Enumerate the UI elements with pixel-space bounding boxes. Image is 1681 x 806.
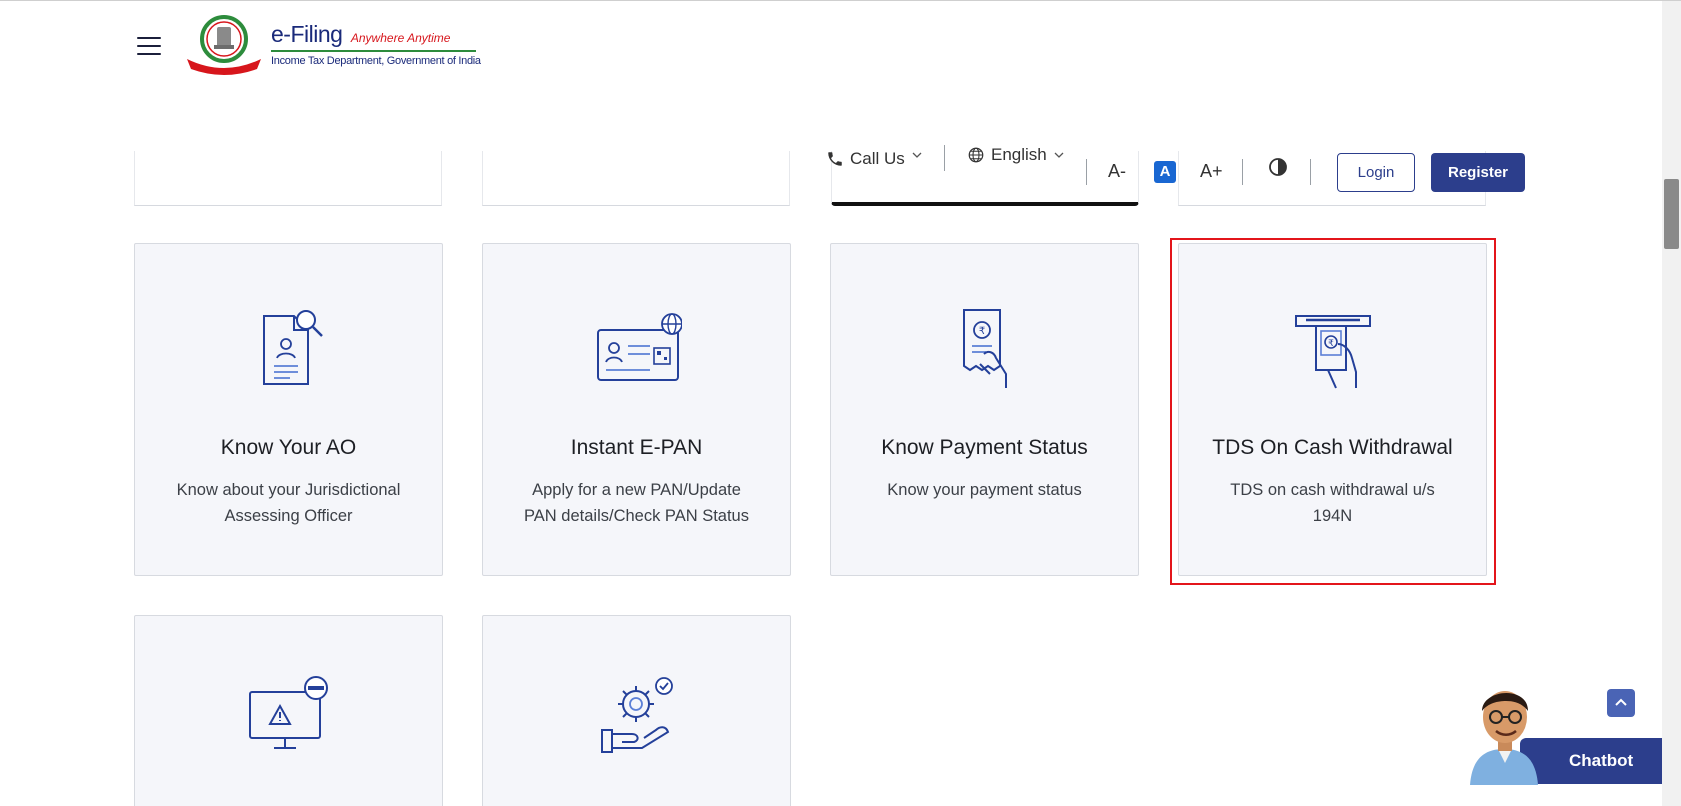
card-title: Know Payment Status: [881, 436, 1088, 459]
scroll-to-top-button[interactable]: [1607, 689, 1635, 717]
font-normal-button[interactable]: A: [1154, 161, 1176, 183]
card-description: Know your payment status: [887, 481, 1082, 499]
brand-rule: [271, 50, 476, 52]
register-button[interactable]: Register: [1431, 153, 1525, 192]
card-bottom-2[interactable]: [482, 615, 791, 806]
card-title: Instant E-PAN: [570, 436, 703, 459]
atm-withdrawal-icon: ₹: [1294, 315, 1371, 389]
page: e-Filing Anywhere Anytime Income Tax Dep…: [0, 0, 1681, 806]
chevron-down-icon: [1054, 152, 1064, 158]
card-know-your-ao[interactable]: Know Your AO Know about your Jurisdictio…: [134, 243, 443, 576]
card-tds-on-cash-withdrawal[interactable]: ₹ TDS On Cash Withdrawal TDS on cash wit…: [1178, 243, 1487, 576]
toolbar-divider: [1242, 159, 1243, 185]
brand-main: e-Filing: [271, 21, 343, 47]
card-title: TDS On Cash Withdrawal: [1212, 436, 1453, 459]
font-decrease-button[interactable]: A-: [1108, 161, 1126, 182]
card-description: TDS on cash withdrawal u/s 194N: [1230, 481, 1435, 525]
svg-text:₹: ₹: [978, 326, 984, 337]
top-toolbar: Call Us English A- A A+: [0, 141, 1681, 201]
card-bottom-1[interactable]: [134, 615, 443, 806]
language-dropdown[interactable]: English: [967, 145, 1065, 165]
brand-subtitle: Income Tax Department, Government of Ind…: [271, 55, 481, 67]
pan-card-icon: [596, 313, 682, 381]
card-know-payment-status[interactable]: ₹ Know Payment Status Know your payment …: [830, 243, 1139, 576]
document-search-icon: [262, 310, 323, 385]
call-us-label: Call Us: [850, 149, 905, 168]
toolbar-divider: [1310, 159, 1311, 185]
toolbar-divider: [1086, 159, 1087, 185]
call-us-dropdown[interactable]: Call Us: [826, 149, 923, 169]
svg-text:₹: ₹: [1328, 339, 1334, 349]
gear-hand-icon: [600, 677, 673, 753]
globe-icon: [968, 147, 984, 163]
chevron-up-icon: [1615, 698, 1627, 706]
card-description: Know about your Jurisdictional Assessing…: [176, 481, 401, 525]
brand-title: e-Filing Anywhere Anytime: [271, 21, 450, 48]
card-title: Know Your AO: [220, 436, 357, 459]
card-instant-epan[interactable]: Instant E-PAN Apply for a new PAN/Update…: [482, 243, 791, 576]
chatbot-avatar-icon[interactable]: [1460, 677, 1550, 785]
brand-tagline: Anywhere Anytime: [350, 31, 451, 45]
scrollbar-track[interactable]: [1662, 1, 1681, 806]
contrast-icon[interactable]: [1268, 157, 1288, 177]
card-description: Apply for a new PAN/Update PAN details/C…: [524, 481, 749, 525]
phone-icon: [828, 152, 842, 166]
font-increase-button[interactable]: A+: [1200, 161, 1223, 182]
language-label: English: [991, 145, 1047, 164]
efiling-logo[interactable]: e-Filing Anywhere Anytime Income Tax Dep…: [183, 15, 481, 77]
scrollbar-thumb[interactable]: [1664, 179, 1679, 249]
payment-receipt-icon: ₹: [962, 309, 1007, 388]
hamburger-menu-icon[interactable]: [137, 37, 161, 55]
monitor-warning-icon: [248, 676, 328, 749]
emblem-icon: [187, 15, 261, 75]
login-button[interactable]: Login: [1337, 153, 1415, 192]
chevron-down-icon: [912, 152, 922, 158]
toolbar-divider: [944, 145, 945, 171]
